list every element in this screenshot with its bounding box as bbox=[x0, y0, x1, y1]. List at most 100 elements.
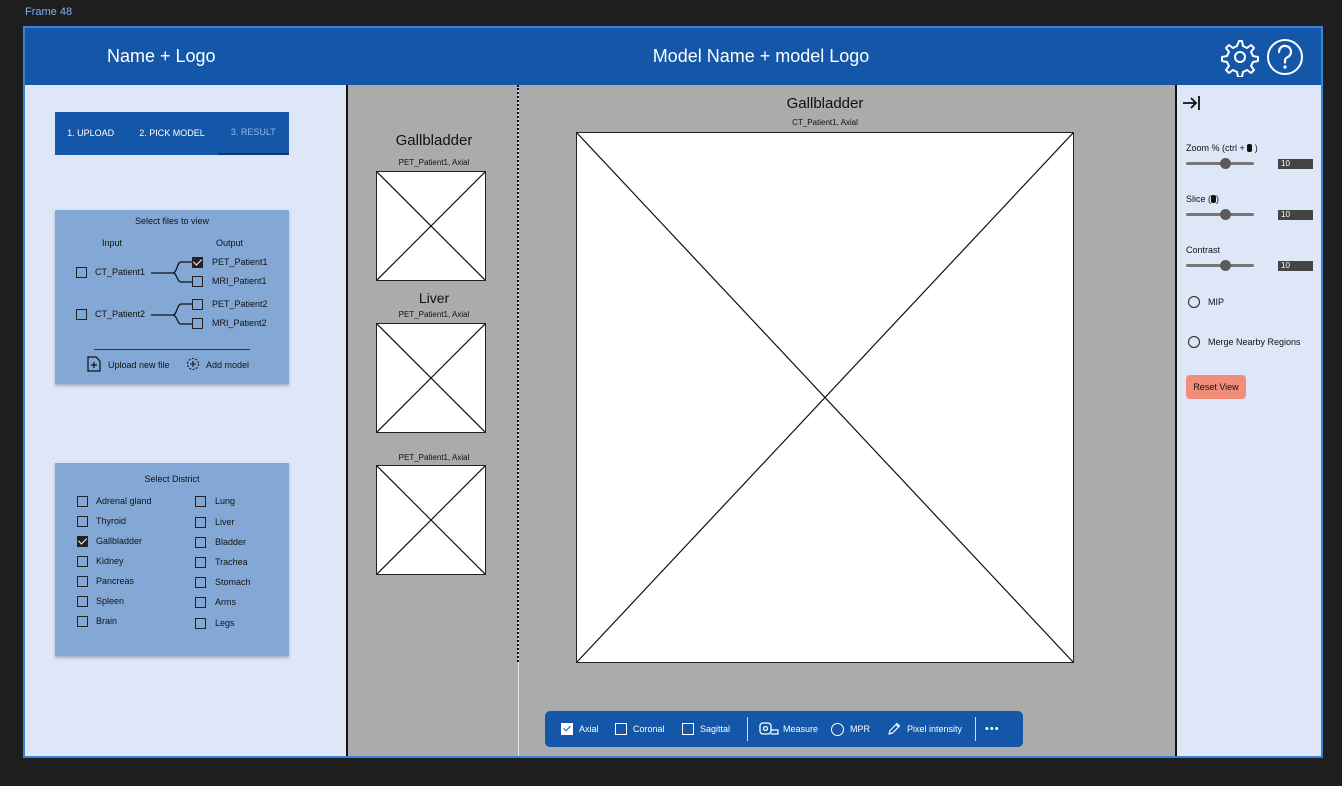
district-checkbox[interactable] bbox=[195, 557, 206, 568]
thumbnail-subtitle: PET_Patient1, Axial bbox=[398, 453, 470, 462]
pixel-intensity-tool[interactable]: Pixel intensity bbox=[887, 711, 962, 747]
slice-label-text: Slice ( bbox=[1186, 194, 1212, 204]
contrast-slider[interactable] bbox=[1186, 260, 1254, 271]
district-checkbox[interactable] bbox=[77, 616, 88, 627]
thumbnail-image[interactable] bbox=[376, 171, 486, 281]
add-model-icon[interactable] bbox=[185, 356, 201, 372]
district-label: Arms bbox=[215, 597, 236, 607]
slice-value[interactable]: 10 bbox=[1278, 210, 1313, 220]
district-label: Brain bbox=[96, 616, 118, 626]
district-label: Bladder bbox=[215, 537, 247, 547]
checkbox-icon bbox=[615, 723, 627, 735]
district-label: Liver bbox=[215, 517, 235, 527]
zoom-label: Zoom % (ctrl + ) bbox=[1186, 143, 1258, 153]
help-icon[interactable] bbox=[1265, 37, 1305, 77]
district-checkbox[interactable] bbox=[195, 597, 206, 608]
left-panel: 1. UPLOAD 2. PICK MODEL 3. RESULT Select… bbox=[25, 85, 346, 756]
district-label: Spleen bbox=[96, 596, 125, 606]
zoom-value[interactable]: 10 bbox=[1278, 159, 1313, 169]
zoom-slider[interactable] bbox=[1186, 158, 1254, 169]
district-checkbox[interactable] bbox=[77, 496, 88, 507]
district-checkbox[interactable] bbox=[195, 496, 206, 507]
thumbnail-image[interactable] bbox=[376, 323, 486, 433]
thumbnail-subtitle: PET_Patient1, Axial bbox=[398, 310, 470, 319]
thumbnail-column: Gallbladder PET_Patient1, Axial Liver PE… bbox=[346, 85, 518, 756]
district-checkbox[interactable] bbox=[195, 517, 206, 528]
add-model-button[interactable]: Add model bbox=[206, 360, 249, 370]
district-checkbox[interactable] bbox=[77, 516, 88, 527]
viewer-title: Gallbladder bbox=[786, 95, 864, 112]
district-card-title: Select District bbox=[144, 474, 200, 484]
output-label-pet-patient1: PET_Patient1 bbox=[212, 257, 268, 267]
more-options-button[interactable]: ••• bbox=[985, 711, 1000, 747]
viewer-image[interactable] bbox=[576, 132, 1074, 663]
mip-radio[interactable] bbox=[1188, 296, 1200, 308]
output-label-pet-patient2: PET_Patient2 bbox=[212, 299, 268, 309]
output-checkbox-mri-patient2[interactable] bbox=[192, 318, 203, 329]
district-checkbox[interactable] bbox=[77, 536, 88, 547]
file-plus-icon[interactable] bbox=[86, 356, 102, 372]
district-checkbox[interactable] bbox=[195, 618, 206, 629]
zoom-slider-thumb[interactable] bbox=[1220, 158, 1231, 169]
district-card: Select District Adrenal gland Thyroid Ga… bbox=[55, 463, 289, 656]
output-label-mri-patient1: MRI_Patient1 bbox=[212, 276, 267, 286]
mouse-icon bbox=[1247, 144, 1253, 152]
app-frame: Name + Logo Model Name + model Logo 1. U… bbox=[23, 26, 1323, 758]
checkbox-icon bbox=[682, 723, 694, 735]
axial-label: Axial bbox=[579, 724, 599, 734]
contrast-label: Contrast bbox=[1186, 245, 1221, 255]
district-label: Pancreas bbox=[96, 576, 135, 586]
mpr-label: MPR bbox=[850, 724, 870, 734]
mouse-icon bbox=[1211, 195, 1217, 203]
gear-icon[interactable] bbox=[1219, 37, 1259, 78]
contrast-value[interactable]: 10 bbox=[1278, 261, 1313, 271]
district-checkbox[interactable] bbox=[77, 576, 88, 587]
district-label: Gallbladder bbox=[96, 536, 143, 546]
step-result[interactable]: 3. RESULT bbox=[217, 112, 289, 155]
district-label: Lung bbox=[215, 496, 236, 506]
sagittal-toggle[interactable]: Sagittal bbox=[682, 711, 730, 747]
measure-tool[interactable]: Measure bbox=[759, 711, 818, 747]
district-checkbox[interactable] bbox=[77, 596, 88, 607]
frame-label: Frame 48 bbox=[25, 6, 73, 18]
tape-measure-icon bbox=[759, 722, 779, 735]
thumbnail-title: Liver bbox=[418, 290, 450, 306]
radio-icon bbox=[831, 722, 844, 736]
slice-slider[interactable] bbox=[1186, 209, 1254, 220]
district-label: Legs bbox=[215, 618, 235, 628]
reset-view-button[interactable]: Reset View bbox=[1186, 375, 1246, 399]
files-card: Select files to view Input Output CT_Pat… bbox=[55, 210, 289, 384]
district-checkbox[interactable] bbox=[77, 556, 88, 567]
measure-label: Measure bbox=[783, 724, 819, 734]
axial-toggle[interactable]: Axial bbox=[561, 711, 599, 747]
main-viewer: Gallbladder CT_Patient1, Axial Axial Cor… bbox=[519, 85, 1175, 756]
mip-label: MIP bbox=[1208, 297, 1225, 307]
mpr-tool[interactable]: MPR bbox=[831, 711, 870, 747]
district-label: Adrenal gland bbox=[96, 496, 152, 506]
slice-slider-thumb[interactable] bbox=[1220, 209, 1231, 220]
thumbnail-image[interactable] bbox=[376, 465, 486, 575]
upload-new-file-button[interactable]: Upload new file bbox=[108, 360, 170, 370]
divider bbox=[94, 349, 250, 350]
step-upload[interactable]: 1. UPLOAD bbox=[55, 112, 126, 155]
step-pick-model[interactable]: 2. PICK MODEL bbox=[126, 112, 217, 155]
district-label: Kidney bbox=[96, 556, 124, 566]
view-toolbar: Axial Coronal Sagittal Measure MPR Pixel… bbox=[545, 711, 1023, 747]
viewer-subtitle: CT_Patient1, Axial bbox=[792, 118, 858, 127]
pixel-intensity-label: Pixel intensity bbox=[907, 724, 963, 734]
output-checkbox-pet-patient2[interactable] bbox=[192, 299, 203, 310]
merge-regions-radio[interactable] bbox=[1188, 336, 1200, 348]
coronal-label: Coronal bbox=[633, 724, 665, 734]
output-checkbox-mri-patient1[interactable] bbox=[192, 276, 203, 287]
collapse-panel-icon[interactable] bbox=[1181, 93, 1203, 113]
model-title: Model Name + model Logo bbox=[652, 46, 870, 66]
district-label: Trachea bbox=[215, 557, 248, 567]
coronal-toggle[interactable]: Coronal bbox=[615, 711, 665, 747]
district-checkbox[interactable] bbox=[195, 577, 206, 588]
district-checkbox[interactable] bbox=[195, 537, 206, 548]
thumbnail-subtitle: PET_Patient1, Axial bbox=[398, 158, 470, 167]
header-bar: Name + Logo Model Name + model Logo bbox=[25, 28, 1321, 85]
output-checkbox-pet-patient1[interactable] bbox=[192, 257, 203, 268]
contrast-slider-thumb[interactable] bbox=[1220, 260, 1231, 271]
district-label: Thyroid bbox=[96, 516, 127, 526]
